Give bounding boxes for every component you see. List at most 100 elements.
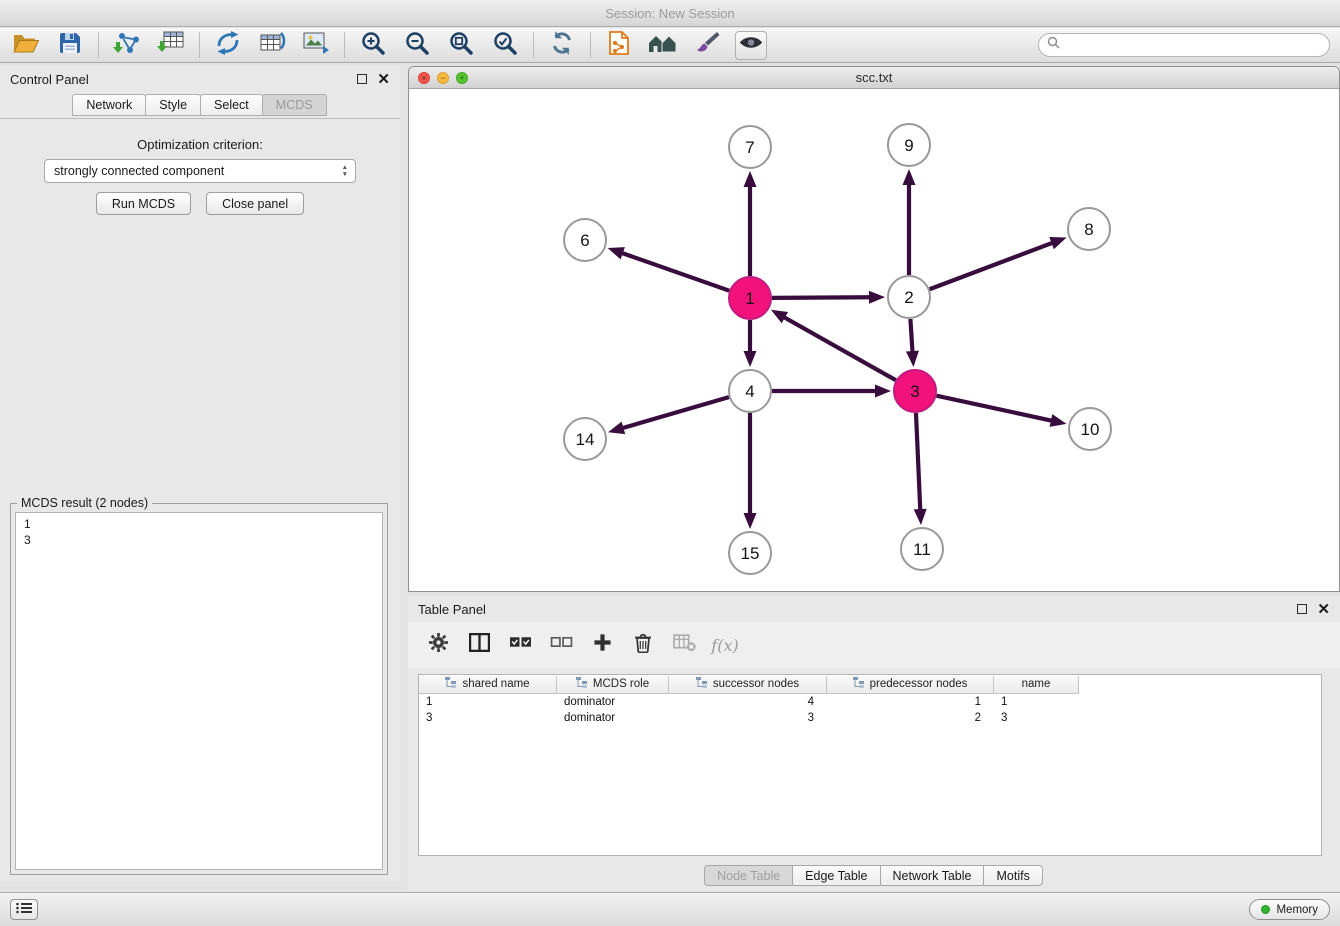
tab-network[interactable]: Network (72, 94, 146, 116)
unselect-all-columns-button[interactable] (549, 633, 573, 657)
tab-motifs[interactable]: Motifs (983, 865, 1042, 886)
graph-edge-2-3[interactable] (910, 319, 912, 353)
delete-column-button[interactable] (631, 633, 655, 657)
graph-node-3[interactable]: 3 (894, 370, 936, 412)
graph-edge-1-6[interactable] (621, 253, 729, 291)
zoom-in-button[interactable] (357, 31, 389, 60)
main-toolbar (0, 28, 1340, 63)
table-row[interactable]: 1dominator411 (419, 694, 1321, 710)
create-column-button[interactable] (590, 633, 614, 657)
network-from-selection-button[interactable] (212, 31, 244, 60)
minimize-window-icon[interactable]: − (437, 72, 449, 84)
style-brush-button[interactable] (691, 31, 723, 60)
show-panels-button[interactable] (10, 899, 38, 920)
import-table-button[interactable] (155, 31, 187, 60)
zoom-fit-button[interactable] (445, 31, 477, 60)
search-input[interactable] (1065, 38, 1321, 52)
save-session-button[interactable] (54, 31, 86, 60)
close-panel-button[interactable]: Close panel (206, 192, 304, 215)
traffic-lights: × − + (418, 72, 468, 84)
graph-node-10[interactable]: 10 (1069, 408, 1111, 450)
zoom-out-button[interactable] (401, 31, 433, 60)
double-home-icon (648, 32, 678, 59)
graph-edge-arrowhead (903, 169, 916, 185)
show-columns-button[interactable] (467, 633, 491, 657)
column-header-shared-name[interactable]: shared name (419, 676, 557, 694)
memory-label: Memory (1276, 904, 1318, 916)
graph-node-6[interactable]: 6 (564, 219, 606, 261)
graph-node-7[interactable]: 7 (729, 126, 771, 168)
column-header-successor-nodes[interactable]: successor nodes (669, 676, 827, 694)
close-table-panel-icon[interactable]: ✕ (1317, 602, 1330, 617)
table-cell: 3 (994, 712, 1079, 724)
table-cell: 1 (419, 696, 557, 708)
save-disk-icon (58, 31, 82, 60)
tab-select[interactable]: Select (200, 94, 263, 116)
memory-button[interactable]: Memory (1249, 899, 1330, 920)
graph-edge-1-2[interactable] (772, 297, 871, 298)
graph-node-11[interactable]: 11 (901, 528, 943, 570)
select-all-columns-button[interactable] (508, 633, 532, 657)
export-image-button[interactable] (300, 31, 332, 60)
float-table-panel-icon[interactable] (1297, 604, 1307, 614)
graph-edge-2-8[interactable] (930, 242, 1054, 289)
tab-style[interactable]: Style (145, 94, 201, 116)
graph-node-2[interactable]: 2 (888, 276, 930, 318)
network-canvas[interactable]: 7 9 6 8 1 2 4 3 14 10 15 11 (409, 89, 1339, 591)
graph-node-8[interactable]: 8 (1068, 208, 1110, 250)
run-mcds-button[interactable]: Run MCDS (96, 192, 191, 215)
unchecked-boxes-icon (550, 634, 573, 656)
export-document-button[interactable] (603, 31, 635, 60)
import-network-button[interactable] (111, 31, 143, 60)
close-panel-icon[interactable]: ✕ (377, 72, 390, 87)
zoom-in-icon (360, 30, 386, 61)
optimization-criterion-select[interactable]: strongly connected component ▲▼ (44, 159, 356, 183)
tab-mcds[interactable]: MCDS (262, 94, 327, 116)
table-settings-button[interactable] (426, 633, 450, 657)
close-window-icon[interactable]: × (418, 72, 430, 84)
checked-boxes-icon (509, 634, 532, 656)
selected-criterion-value: strongly connected component (54, 164, 339, 178)
column-attr-icon (696, 677, 708, 691)
column-attr-icon (445, 677, 457, 691)
show-hide-button[interactable] (735, 31, 767, 60)
tab-network-table[interactable]: Network Table (880, 865, 985, 886)
home-view-button[interactable] (647, 31, 679, 60)
graph-edge-3-11[interactable] (916, 413, 920, 511)
open-session-button[interactable] (10, 31, 42, 60)
graph-edge-arrowhead (744, 513, 757, 529)
network-table-button[interactable] (256, 31, 288, 60)
column-header-mcds-role[interactable]: MCDS role (557, 676, 669, 694)
graph-node-4[interactable]: 4 (729, 370, 771, 412)
control-panel-title: Control Panel (10, 72, 89, 87)
graph-node-14[interactable]: 14 (564, 418, 606, 460)
graph-edge-3-10[interactable] (936, 396, 1052, 421)
delete-table-button[interactable] (672, 633, 696, 657)
tab-node-table[interactable]: Node Table (704, 865, 793, 886)
graph-edge-3-1[interactable] (783, 317, 896, 381)
table-cell: 3 (419, 712, 557, 724)
table-row[interactable]: 3dominator323 (419, 710, 1321, 726)
tab-edge-table[interactable]: Edge Table (792, 865, 880, 886)
function-builder-button[interactable]: f(x) (713, 633, 737, 657)
search-field[interactable] (1038, 33, 1330, 57)
column-header-name[interactable]: name (994, 676, 1079, 694)
graph-edge-arrowhead (744, 351, 757, 367)
graph-edge-arrowhead (869, 291, 885, 304)
graph-edge-4-14[interactable] (621, 397, 728, 428)
table-panel-title: Table Panel (418, 602, 486, 617)
network-window-titlebar[interactable]: × − + scc.txt (409, 67, 1339, 89)
maximize-window-icon[interactable]: + (456, 72, 468, 84)
refresh-button[interactable] (546, 31, 578, 60)
toolbar-separator (98, 32, 99, 58)
float-panel-icon[interactable] (357, 74, 367, 84)
table-panel: Table Panel ✕ f(x) (408, 596, 1340, 892)
zoom-selected-button[interactable] (489, 31, 521, 60)
mcds-result-list[interactable]: 13 (15, 512, 383, 870)
graph-node-15[interactable]: 15 (729, 532, 771, 574)
graph-node-9[interactable]: 9 (888, 124, 930, 166)
graph-node-label: 9 (904, 136, 913, 155)
graph-node-label: 14 (576, 430, 595, 449)
column-header-predecessor-nodes[interactable]: predecessor nodes (827, 676, 994, 694)
graph-node-1[interactable]: 1 (729, 277, 771, 319)
